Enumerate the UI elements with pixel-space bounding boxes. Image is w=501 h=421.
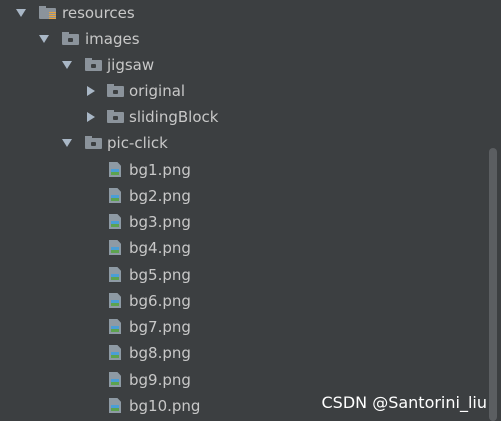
png-file-icon [109,267,122,283]
folder-icon [107,84,124,97]
tree-file-bg4[interactable]: bg4.png [0,235,488,261]
file-name: bg2.png [129,187,191,205]
file-name: bg9.png [129,371,191,389]
file-name: bg7.png [129,318,191,336]
vertical-scrollbar[interactable] [489,148,497,421]
folder-icon [107,110,124,123]
tree-file-bg1[interactable]: bg1.png [0,157,488,183]
png-file-icon [109,214,122,230]
folder-icon [62,32,79,45]
folder-icon [85,58,102,71]
png-file-icon [109,398,122,414]
tree-node-label: resources [62,4,135,22]
tree-node-jigsaw[interactable]: jigsaw [0,52,488,78]
png-file-icon [109,345,122,361]
tree-node-resources[interactable]: resources [0,0,488,26]
tree-file-bg9[interactable]: bg9.png [0,367,488,393]
tree-file-bg6[interactable]: bg6.png [0,288,488,314]
tree-node-label: original [129,82,186,100]
file-name: bg8.png [129,344,191,362]
png-file-icon [109,293,122,309]
file-name: bg5.png [129,266,191,284]
folder-icon [85,136,102,149]
tree-node-label: images [85,30,140,48]
tree-file-bg3[interactable]: bg3.png [0,209,488,235]
resources-folder-icon [39,6,56,19]
png-file-icon [109,319,122,335]
tree-node-label: jigsaw [107,56,155,74]
chevron-right-icon[interactable] [87,112,95,122]
watermark: CSDN @Santorini_liu [321,393,487,412]
png-file-icon [109,240,122,256]
tree-node-pic-click[interactable]: pic-click [0,130,488,156]
file-name: bg3.png [129,213,191,231]
chevron-down-icon[interactable] [39,35,49,43]
file-name: bg6.png [129,292,191,310]
tree-file-bg8[interactable]: bg8.png [0,340,488,366]
file-name: bg10.png [129,397,201,415]
chevron-down-icon[interactable] [62,139,72,147]
chevron-right-icon[interactable] [87,86,95,96]
file-name: bg4.png [129,239,191,257]
tree-node-original[interactable]: original [0,78,488,104]
tree-file-bg2[interactable]: bg2.png [0,183,488,209]
png-file-icon [109,372,122,388]
png-file-icon [109,188,122,204]
png-file-icon [109,162,122,178]
tree-file-bg7[interactable]: bg7.png [0,314,488,340]
project-tree: resources images jigsaw original sliding… [0,0,501,421]
tree-node-label: slidingBlock [129,108,219,126]
chevron-down-icon[interactable] [62,61,72,69]
file-name: bg1.png [129,161,191,179]
tree-node-label: pic-click [107,134,168,152]
tree-node-slidingblock[interactable]: slidingBlock [0,104,488,130]
chevron-down-icon[interactable] [16,9,26,17]
tree-file-bg5[interactable]: bg5.png [0,262,488,288]
tree-node-images[interactable]: images [0,26,488,52]
